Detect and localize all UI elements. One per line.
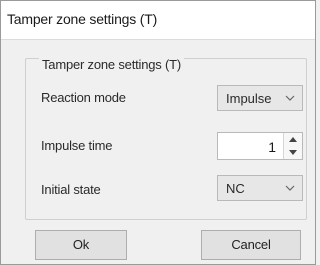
triangle-up-icon (289, 137, 297, 142)
reaction-mode-dropdown[interactable]: Impulse (217, 85, 303, 111)
spin-down-button[interactable] (284, 146, 302, 159)
reaction-mode-label: Reaction mode (41, 90, 126, 105)
ok-button[interactable]: Ok (35, 230, 127, 260)
initial-state-dropdown[interactable]: NC (217, 175, 303, 201)
groupbox-legend: Tamper zone settings (T) (39, 57, 184, 72)
impulse-time-label: Impulse time (41, 138, 113, 153)
dialog-window: Tamper zone settings (T) Tamper zone set… (0, 0, 316, 265)
spin-up-button[interactable] (284, 133, 302, 146)
title-bar[interactable]: Tamper zone settings (T) (1, 1, 315, 40)
chevron-down-icon (285, 185, 295, 191)
cancel-button[interactable]: Cancel (201, 230, 301, 260)
impulse-time-spinner[interactable]: 1 (217, 132, 303, 160)
triangle-down-icon (289, 150, 297, 155)
chevron-down-icon (285, 95, 295, 101)
impulse-time-value: 1 (268, 139, 276, 155)
initial-state-label: Initial state (41, 182, 101, 197)
initial-state-value: NC (226, 181, 245, 196)
spinner-buttons (283, 133, 302, 159)
window-title: Tamper zone settings (T) (7, 11, 158, 27)
reaction-mode-value: Impulse (226, 91, 272, 106)
